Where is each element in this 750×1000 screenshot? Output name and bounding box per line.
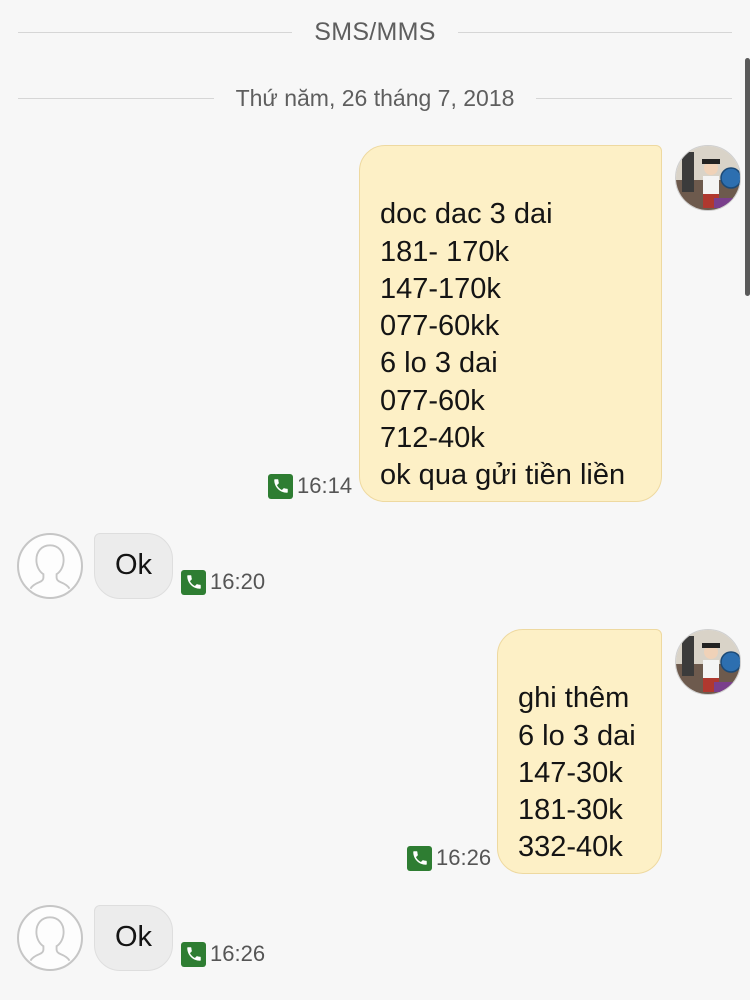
time-label: 16:26 <box>436 845 492 870</box>
contact-photo-icon <box>676 630 741 695</box>
divider-line-right <box>536 98 732 99</box>
message-text: doc dac 3 dai 181- 170k 147-170k 077-60k… <box>380 198 626 492</box>
message-text: Ok <box>115 549 153 582</box>
call-icon <box>181 569 206 595</box>
message-timestamp: 16:26 <box>181 941 265 967</box>
call-icon <box>407 845 432 871</box>
default-person-avatar[interactable] <box>17 533 83 599</box>
call-icon <box>181 941 206 967</box>
message-text: ghi thêm 6 lo 3 dai 147-30k 181-30k 332-… <box>518 682 636 864</box>
header-title: SMS/MMS <box>314 18 436 46</box>
outgoing-message-bubble[interactable]: ghi thêm 6 lo 3 dai 147-30k 181-30k 332-… <box>497 629 662 874</box>
conversation-type-header: SMS/MMS <box>18 18 733 47</box>
contact-photo-avatar[interactable] <box>675 629 741 695</box>
incoming-message-bubble[interactable]: Ok <box>94 533 173 599</box>
default-person-avatar[interactable] <box>17 905 83 971</box>
message-text: Ok <box>115 921 153 954</box>
divider-line-left <box>18 98 214 99</box>
divider-line-left <box>18 32 293 33</box>
person-icon <box>19 535 81 597</box>
date-label: Thứ năm, 26 tháng 7, 2018 <box>235 85 515 111</box>
incoming-message-bubble[interactable]: Ok <box>94 905 173 971</box>
call-icon <box>268 473 293 499</box>
contact-photo-avatar[interactable] <box>675 145 741 211</box>
scrollbar[interactable] <box>745 58 750 296</box>
time-label: 16:26 <box>210 941 266 966</box>
person-icon <box>19 907 81 969</box>
time-label: 16:14 <box>297 473 353 498</box>
outgoing-message-bubble[interactable]: doc dac 3 dai 181- 170k 147-170k 077-60k… <box>359 145 662 502</box>
date-divider: Thứ năm, 26 tháng 7, 2018 <box>18 85 732 112</box>
time-label: 16:20 <box>210 569 266 594</box>
message-timestamp: 16:26 <box>407 845 491 871</box>
divider-line-right <box>457 32 733 33</box>
contact-photo-icon <box>676 146 741 211</box>
message-timestamp: 16:14 <box>268 473 352 499</box>
message-timestamp: 16:20 <box>181 569 265 595</box>
